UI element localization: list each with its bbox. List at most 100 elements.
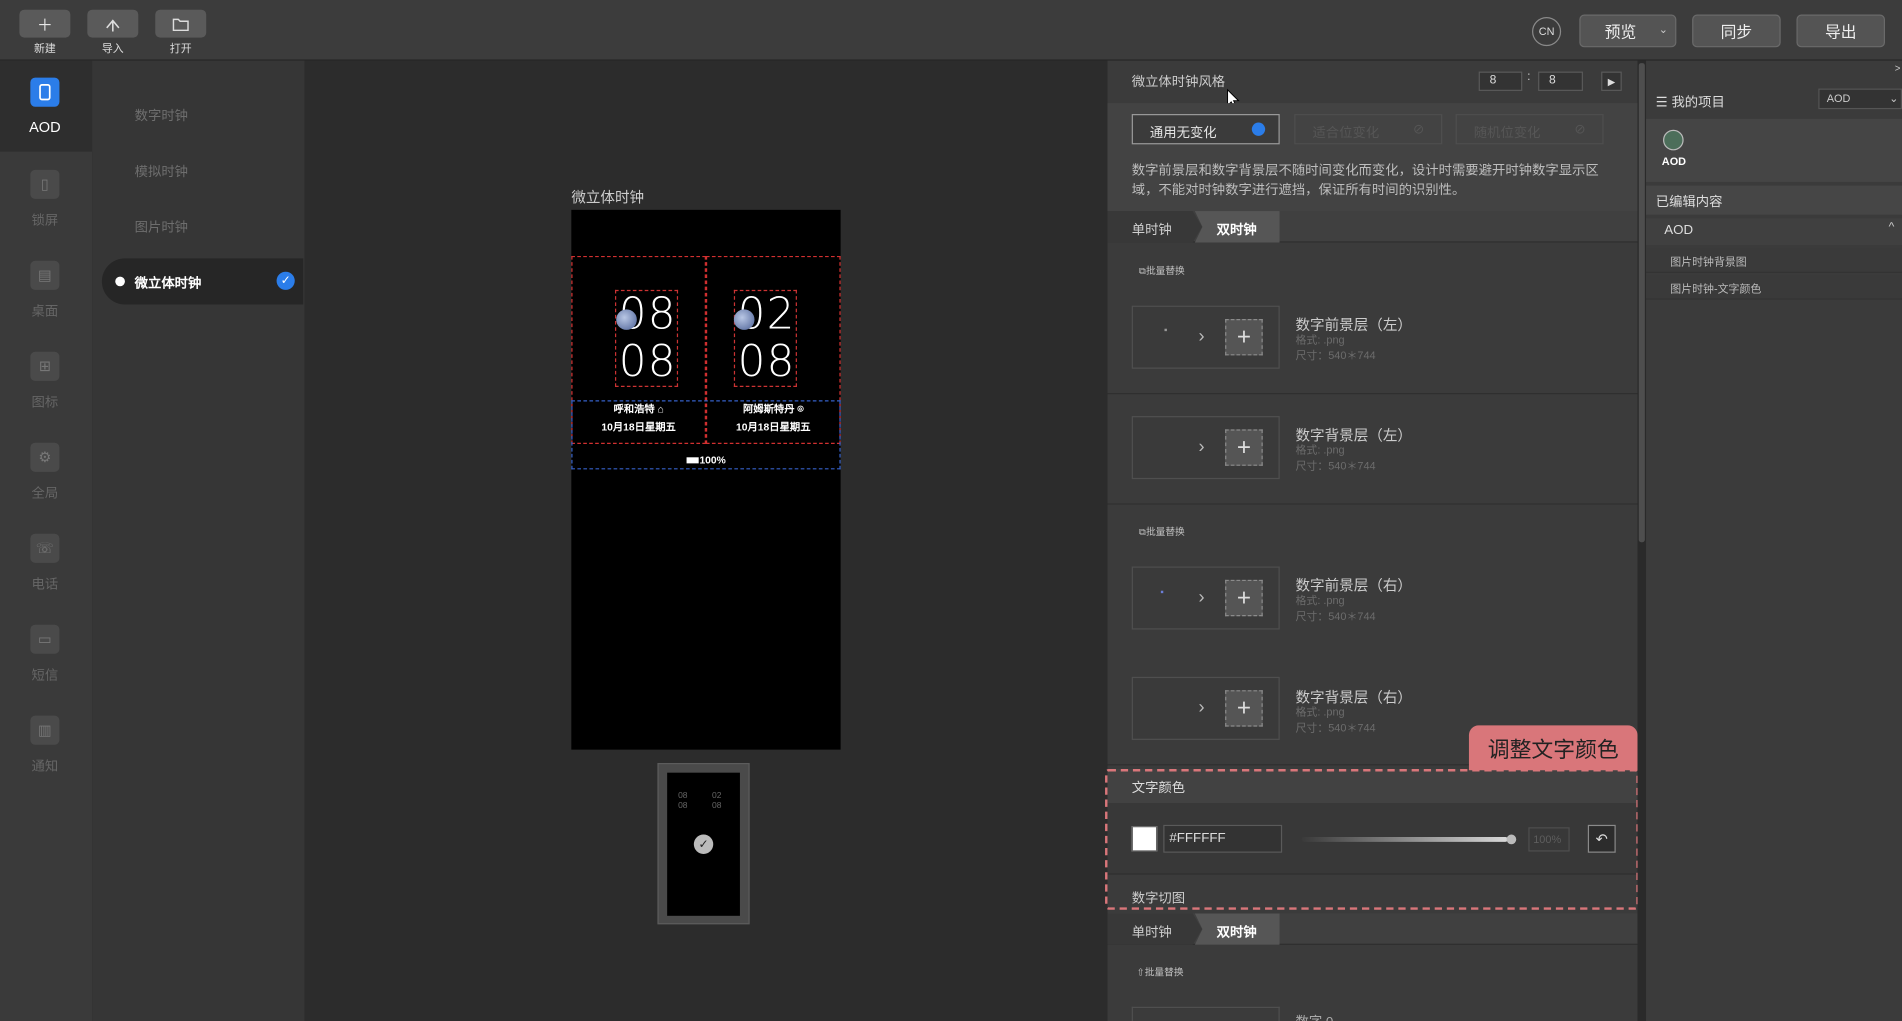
nav-item-label: 桌面 — [31, 304, 59, 320]
list-icon: ☰ — [1655, 95, 1668, 111]
project-card[interactable]: AOD — [1646, 118, 1902, 182]
batch-replace-button[interactable]: ⧉批量替换 — [1139, 525, 1185, 538]
phone-call-icon: ☏ — [30, 533, 60, 563]
canvas-title: 微立体时钟 — [571, 189, 645, 207]
style-option-uniform[interactable]: 通用无变化 — [1131, 114, 1280, 145]
nav-item-aod[interactable]: AOD — [0, 60, 93, 152]
expand-icon[interactable]: > — [1895, 63, 1901, 74]
layer-slot-bg-right[interactable]: › + — [1131, 676, 1280, 740]
ratio-b-input[interactable]: 8 — [1538, 71, 1583, 91]
nav-item-icons[interactable]: ⊞ 图标 — [0, 349, 92, 434]
nav-item-notification[interactable]: ▥ 通知 — [0, 713, 92, 798]
style-option-fit[interactable]: 适合位变化 ⊘ — [1294, 114, 1443, 145]
clock-right-minute: 08 — [737, 337, 796, 387]
import-button[interactable] — [87, 9, 139, 38]
style-option-random[interactable]: 随机位变化 ⊘ — [1455, 114, 1604, 145]
edited-header: 已编辑内容 — [1646, 185, 1902, 215]
tab-dual[interactable]: 双时钟 — [1194, 211, 1280, 243]
project-card-label: AOD — [1661, 155, 1687, 168]
panel-scrollbar[interactable] — [1637, 60, 1647, 1021]
edited-group[interactable]: AOD ^ — [1646, 218, 1902, 246]
sync-button[interactable]: 同步 — [1692, 14, 1781, 48]
top-toolbar: ＋ 新建 导入 打开 CN 预览 ⌄ 同步 导出 — [0, 0, 1902, 61]
project-thumb-icon — [1663, 129, 1684, 151]
thumbnail-screen: 08 08 02 08 ✓ — [667, 772, 740, 916]
digit-slot-title: 数字 0 — [1295, 1012, 1333, 1021]
new-button[interactable]: ＋ — [19, 9, 71, 38]
thumbnail-left-digits: 08 08 — [678, 792, 688, 811]
layer-format: 格式: .png — [1295, 443, 1345, 457]
clock-left-date: 10月18日星期五 — [601, 420, 676, 434]
tab-single[interactable]: 单时钟 — [1107, 913, 1203, 945]
play-icon[interactable]: ▶ — [1601, 71, 1622, 91]
language-toggle[interactable]: CN — [1532, 16, 1562, 47]
chevron-right-icon: › — [1198, 587, 1205, 608]
clock-right-city: 阿姆斯特丹 ⌾ — [742, 402, 804, 415]
clock-type-nav: 数字时钟 模拟时钟 图片时钟 微立体时钟 ✓ — [92, 60, 305, 1021]
thumbnail-preview[interactable]: 08 08 02 08 ✓ — [657, 762, 750, 925]
layer-size: 尺寸：540＊744 — [1295, 610, 1376, 623]
batch-upload-button[interactable]: ⇧批量替换 — [1137, 966, 1184, 979]
folder-icon — [172, 18, 189, 31]
subnav-item-image[interactable]: 图片时钟 — [135, 217, 188, 236]
radio-icon: ⊘ — [1574, 122, 1586, 138]
nav-item-label: 锁屏 — [31, 213, 59, 229]
layer-thumb — [1164, 328, 1167, 332]
export-button[interactable]: 导出 — [1796, 14, 1886, 48]
open-button[interactable] — [155, 9, 207, 38]
nav-item-sms[interactable]: ▭ 短信 — [0, 622, 92, 707]
batch-replace-button[interactable]: ⧉批量替换 — [1139, 264, 1185, 277]
scrollbar-thumb[interactable] — [1638, 63, 1645, 543]
layer-slot-bg-left[interactable]: › + — [1131, 416, 1280, 480]
message-icon: ▭ — [30, 624, 60, 654]
layer-slot-fg-left[interactable]: › + — [1131, 305, 1280, 369]
sticker-icon — [733, 309, 755, 330]
style-option-label: 随机位变化 — [1473, 126, 1541, 141]
nav-item-label: 全局 — [31, 486, 59, 501]
battery-status: 100% — [571, 454, 840, 466]
preview-canvas: 微立体时钟 08 08 02 08 呼和浩特 ⌂ 10月18日星期五 阿姆斯特丹… — [304, 60, 1108, 1021]
batch-icon: ⧉ — [1139, 526, 1146, 538]
nav-item-lockscreen[interactable]: ▯ 锁屏 — [0, 167, 92, 252]
project-dropdown[interactable]: AOD ⌄ — [1818, 88, 1902, 110]
edited-item[interactable]: 图片时钟背景图 — [1646, 248, 1902, 273]
grid-icon: ⊞ — [30, 351, 60, 381]
slice-tabs: 单时钟 双时钟 — [1107, 913, 1638, 945]
add-image-button[interactable]: + — [1225, 429, 1263, 466]
clock-left-city: 呼和浩特 ⌂ — [613, 402, 664, 415]
tab-dual[interactable]: 双时钟 — [1194, 913, 1280, 945]
open-label: 打开 — [169, 42, 192, 55]
preview-label: 预览 — [1604, 23, 1637, 42]
subnav-item-micro3d[interactable]: 微立体时钟 ✓ — [101, 258, 304, 305]
layer-slot-fg-right[interactable]: › + — [1131, 566, 1280, 630]
add-image-button[interactable]: + — [1225, 690, 1263, 727]
add-image-button[interactable]: + — [1225, 319, 1263, 356]
upload-icon: ⇧ — [1136, 966, 1145, 978]
nav-item-phone[interactable]: ☏ 电话 — [0, 531, 92, 616]
callout-label: 调整文字颜色 — [1468, 725, 1638, 771]
thumbnail-right-digits: 02 08 — [712, 792, 722, 811]
digit-slot[interactable] — [1131, 1006, 1280, 1021]
subnav-item-analog[interactable]: 模拟时钟 — [135, 161, 188, 180]
divider — [1107, 393, 1638, 395]
highlight-box — [1105, 769, 1639, 910]
nav-item-label: 短信 — [31, 668, 59, 683]
check-icon: ✓ — [276, 271, 295, 290]
subnav-item-digital[interactable]: 数字时钟 — [135, 106, 188, 125]
nav-item-global[interactable]: ⚙ 全局 — [0, 440, 92, 525]
nav-item-label: AOD — [29, 118, 61, 136]
plus-icon: ＋ — [36, 15, 53, 34]
ratio-separator: : — [1527, 70, 1531, 84]
clock-left-minute: 08 — [618, 337, 677, 387]
add-image-button[interactable]: + — [1225, 579, 1263, 617]
nav-item-label: 通知 — [31, 759, 59, 774]
nav-item-desktop[interactable]: ▤ 桌面 — [0, 258, 92, 343]
edited-item[interactable]: 图片时钟-文字颜色 — [1646, 275, 1902, 300]
ratio-a-input[interactable]: 8 — [1478, 71, 1523, 91]
layer-thumb — [1160, 590, 1164, 594]
tab-single[interactable]: 单时钟 — [1107, 211, 1203, 243]
style-description: 数字前景层和数字背景层不随时间变化而变化，设计时需要避开时钟数字显示区域，不能对… — [1131, 163, 1599, 198]
preview-button[interactable]: 预览 ⌄ — [1579, 14, 1677, 48]
lock-icon: ▯ — [30, 169, 60, 199]
phone-preview[interactable]: 08 08 02 08 呼和浩特 ⌂ 10月18日星期五 阿姆斯特丹 ⌾ 10月… — [571, 209, 841, 750]
